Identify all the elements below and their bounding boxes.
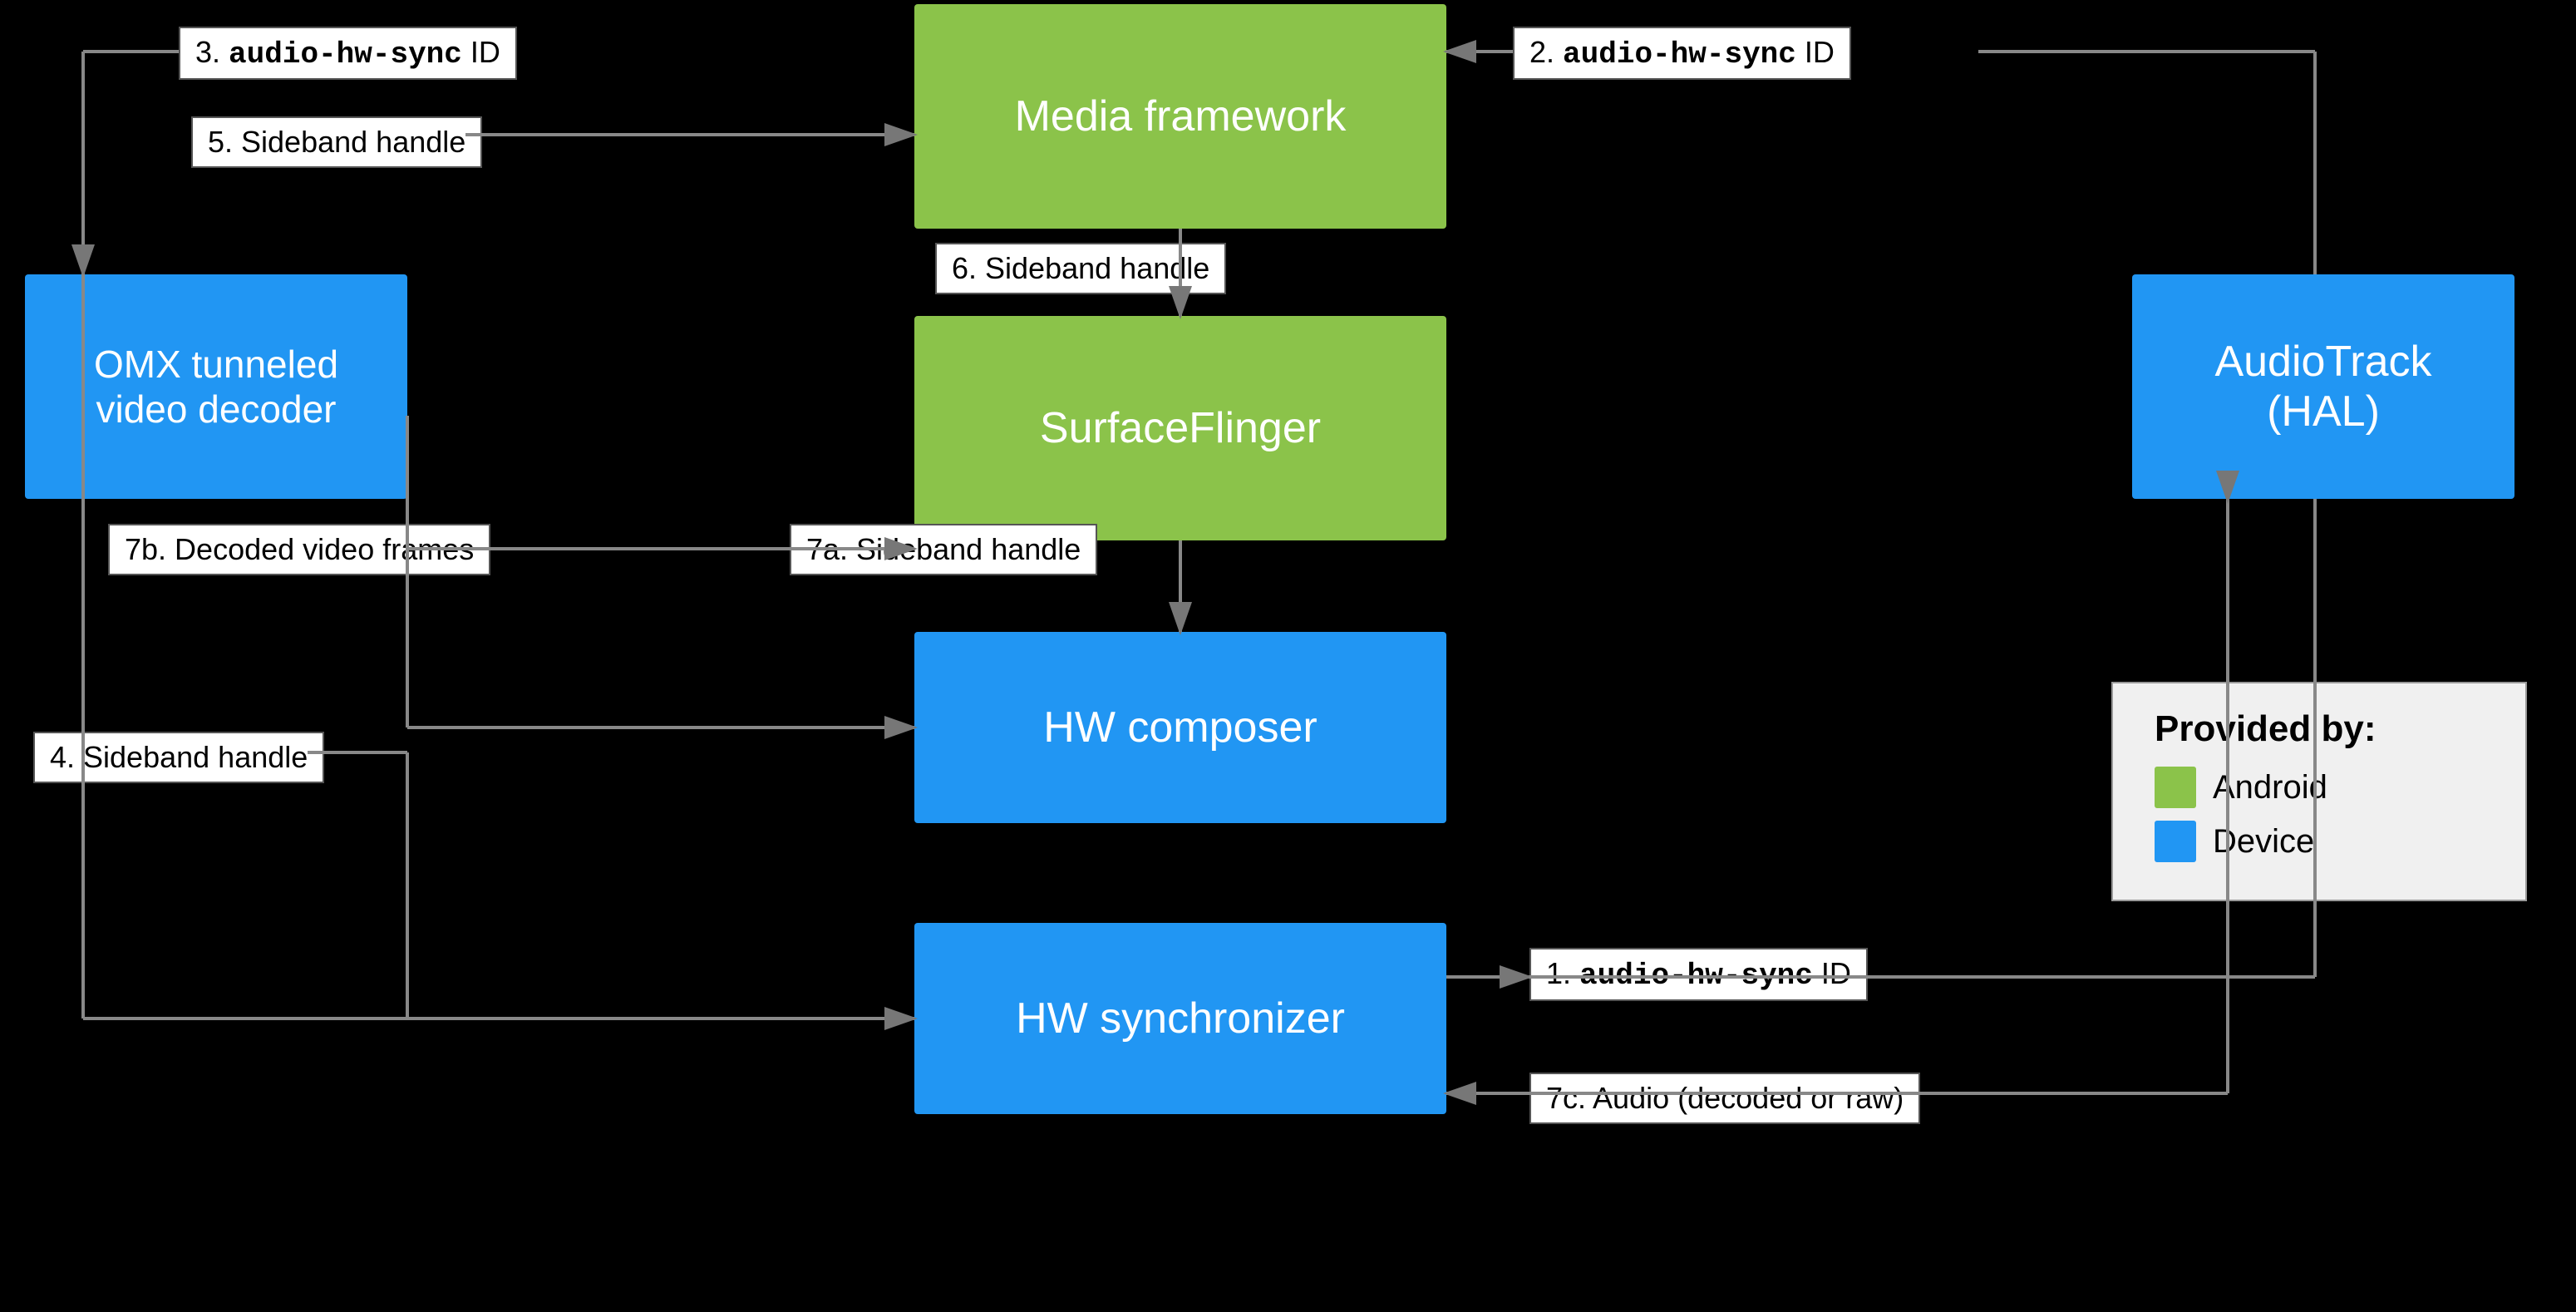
surface-flinger-label: SurfaceFlinger [1040,403,1321,453]
label-7a-sideband: 7a. Sideband handle [790,524,1097,575]
label-7c-audio: 7c. Audio (decoded or raw) [1529,1073,1920,1124]
label-4-sideband: 4. Sideband handle [33,732,324,783]
hw-synchronizer-label: HW synchronizer [1016,994,1345,1043]
device-swatch [2155,821,2196,862]
legend-title: Provided by: [2155,708,2484,750]
label-1-audio-hw-sync: 1. audio-hw-sync ID [1529,948,1868,1001]
audiotrack-label: AudioTrack(HAL) [2214,337,2431,437]
label-3-audio-hw-sync: 3. audio-hw-sync ID [179,27,517,80]
label-7b-decoded: 7b. Decoded video frames [108,524,490,575]
android-label: Android [2213,769,2327,806]
surface-flinger-block: SurfaceFlinger [914,316,1446,540]
legend-box: Provided by: Android Device [2111,682,2527,901]
hw-synchronizer-block: HW synchronizer [914,923,1446,1114]
media-framework-block: Media framework [914,4,1446,229]
android-swatch [2155,767,2196,808]
media-framework-label: Media framework [1015,91,1347,141]
label-6-sideband: 6. Sideband handle [935,243,1226,294]
device-label: Device [2213,823,2314,861]
omx-label: OMX tunneledvideo decoder [94,342,338,432]
audiotrack-block: AudioTrack(HAL) [2132,274,2514,499]
hw-composer-label: HW composer [1043,703,1317,752]
legend-device: Device [2155,821,2484,862]
label-2-audio-hw-sync: 2. audio-hw-sync ID [1513,27,1851,80]
label-5-sideband: 5. Sideband handle [191,116,482,168]
hw-composer-block: HW composer [914,632,1446,823]
legend-android: Android [2155,767,2484,808]
omx-block: OMX tunneledvideo decoder [25,274,407,499]
